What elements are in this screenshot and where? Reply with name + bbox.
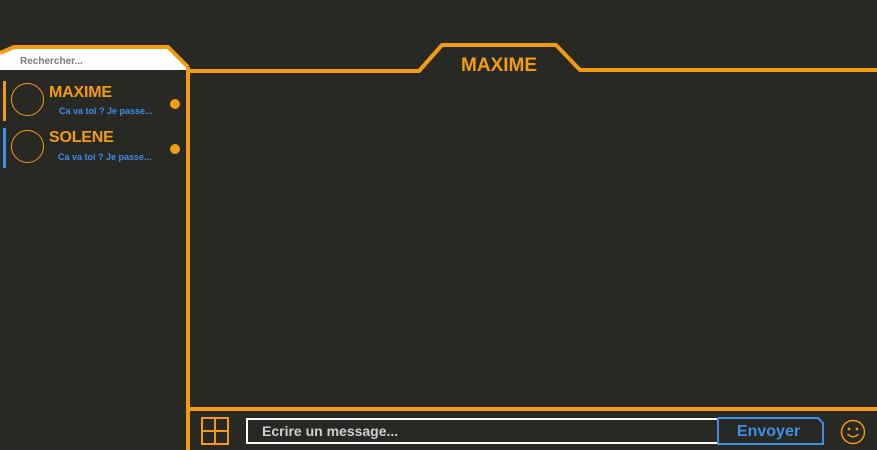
unread-dot — [170, 144, 180, 154]
message-preview: Ca va toi ? Je passe... — [59, 106, 153, 116]
avatar — [11, 83, 44, 116]
grid-icon[interactable] — [201, 417, 229, 445]
contact-item-maxime[interactable]: MAXIME Ca va toi ? Je passe... — [3, 81, 185, 123]
active-indicator — [3, 128, 6, 168]
message-preview: Ca va toi ? Je passe... — [58, 152, 152, 162]
search-input[interactable] — [18, 52, 172, 70]
avatar — [11, 130, 44, 163]
send-button[interactable]: Envoyer — [717, 417, 825, 445]
contact-name: MAXIME — [49, 84, 112, 101]
chat-title: MAXIME — [461, 55, 537, 76]
smiley-icon[interactable] — [840, 419, 866, 445]
send-button-label: Envoyer — [736, 423, 801, 440]
active-indicator — [3, 81, 6, 121]
contact-name: SOLENE — [49, 129, 114, 146]
contact-item-solene[interactable]: SOLENE Ca va toi ? Je passe... — [3, 128, 185, 170]
message-input[interactable] — [246, 418, 718, 444]
unread-dot — [170, 99, 180, 109]
